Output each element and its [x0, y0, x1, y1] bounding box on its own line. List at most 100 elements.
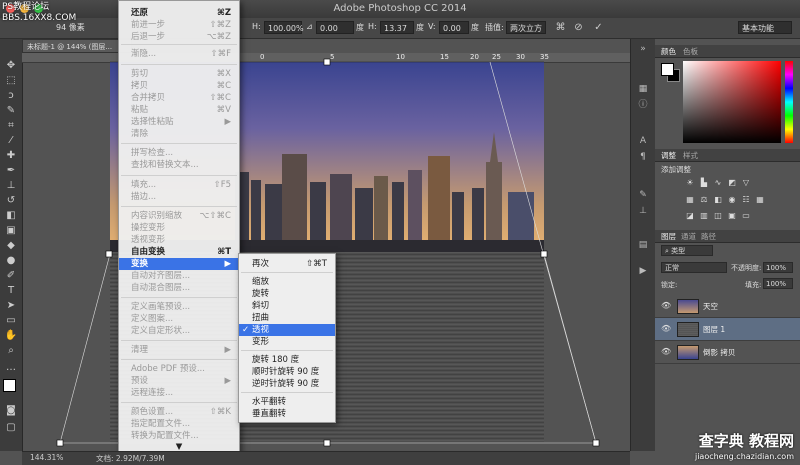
foreground-color-swatch[interactable] — [3, 379, 16, 392]
document-info[interactable]: 文档: 2.92M/7.39M — [96, 453, 165, 464]
exposure-icon[interactable]: ◩ — [727, 178, 737, 187]
edit-menu-item[interactable]: 定义画笔预设... — [119, 301, 239, 313]
edit-menu-item[interactable]: 透视变形 — [119, 234, 239, 246]
edit-menu-item[interactable]: 选择性粘贴 ▶ — [119, 116, 239, 128]
pen-tool-icon[interactable]: ✐ — [4, 269, 18, 282]
history-icon[interactable]: ▦ — [636, 83, 650, 95]
edit-menu-item[interactable]: 描边... — [119, 191, 239, 203]
transform-submenu-item[interactable]: 逆时针旋转 90 度 — [239, 378, 335, 390]
transform-submenu-item[interactable]: 缩放 — [239, 276, 335, 288]
edit-menu-item[interactable]: Adobe PDF 预设... — [119, 363, 239, 375]
angle-field[interactable]: 0.00 — [316, 21, 354, 34]
gradient-tool-icon[interactable]: ▣ — [4, 224, 18, 237]
character-icon[interactable]: A — [636, 135, 650, 147]
edit-menu-item[interactable]: 剪切 ⌘X — [119, 68, 239, 80]
fg-color-chip[interactable] — [661, 63, 674, 76]
edit-menu-item[interactable]: 操控变形 — [119, 222, 239, 234]
edit-menu-item[interactable]: 后退一步 ⌥⌘Z — [119, 31, 239, 43]
eyedropper-tool-icon[interactable]: ⁄ — [4, 134, 18, 147]
zoom-tool-icon[interactable]: ⌕ — [4, 344, 18, 357]
vibrance-icon[interactable]: ▽ — [741, 178, 751, 187]
transform-submenu-item[interactable]: 垂直翻转 — [239, 408, 335, 420]
transform-submenu-item[interactable]: ✓ 透视 — [239, 324, 335, 336]
edit-menu-item[interactable]: 自动对齐图层... — [119, 270, 239, 282]
transform-submenu-item[interactable]: 扭曲 — [239, 312, 335, 324]
channel-mixer-icon[interactable]: ☷ — [741, 195, 751, 204]
edit-menu-item[interactable]: 清理 ▶ — [119, 344, 239, 356]
edit-menu-item[interactable]: 渐隐... ⇧⌘F — [119, 48, 239, 60]
brush-tool-icon[interactable]: ✒ — [4, 164, 18, 177]
screen-mode-icon[interactable]: ▢ — [4, 421, 18, 434]
edit-menu-item[interactable]: 变换 ▶ — [119, 258, 239, 270]
edit-menu-item[interactable]: 填充... ⇧F5 — [119, 179, 239, 191]
transform-handle[interactable] — [592, 439, 600, 447]
interpolation-select[interactable]: 两次立方 — [506, 21, 546, 34]
photo-filter-icon[interactable]: ◉ — [727, 195, 737, 204]
collapse-icon[interactable]: » — [636, 43, 650, 55]
type-tool-icon[interactable]: T — [4, 284, 18, 297]
move-tool-icon[interactable]: ✥ — [4, 59, 18, 72]
paragraph-icon[interactable]: ¶ — [636, 151, 650, 163]
document-tab[interactable]: 未标题-1 @ 144% (图层... — [22, 39, 132, 53]
transform-handle[interactable] — [56, 439, 64, 447]
edit-menu-item[interactable]: 粘贴 ⌘V — [119, 104, 239, 116]
eye-icon[interactable]: 👁 — [661, 324, 671, 333]
hue-sat-icon[interactable]: ▦ — [685, 195, 695, 204]
edit-menu-item[interactable]: 前进一步 ⇧⌘Z — [119, 19, 239, 31]
invert-icon[interactable]: ◪ — [685, 211, 695, 220]
edit-menu-item[interactable]: 拼写检查... — [119, 147, 239, 159]
blend-mode-select[interactable]: 正常 — [661, 262, 727, 273]
workspace-select[interactable]: 基本功能 — [738, 21, 792, 34]
transform-submenu-item[interactable]: 旋转 — [239, 288, 335, 300]
warp-toggle-icon[interactable]: ⌘ — [554, 21, 567, 34]
eye-icon[interactable]: 👁 — [661, 347, 671, 356]
dodge-tool-icon[interactable]: ● — [4, 254, 18, 267]
edit-menu-item[interactable]: 自由变换 ⌘T — [119, 246, 239, 258]
blur-tool-icon[interactable]: ◆ — [4, 239, 18, 252]
clone-stamp-tool-icon[interactable]: ⊥ — [4, 179, 18, 192]
h-skew-field[interactable]: 13.37 — [380, 21, 414, 34]
tab-styles[interactable]: 样式 — [683, 150, 698, 161]
levels-icon[interactable]: ▙ — [699, 178, 709, 187]
height-field[interactable]: 100.00% — [264, 21, 304, 34]
tab-channels[interactable]: 通道 — [681, 231, 696, 242]
brush-preset-icon[interactable]: ✎ — [636, 189, 650, 201]
healing-brush-tool-icon[interactable]: ✚ — [4, 149, 18, 162]
edit-menu-item[interactable]: 定义图案... — [119, 313, 239, 325]
transform-submenu-item[interactable]: 斜切 — [239, 300, 335, 312]
layer-kind-filter[interactable]: ⌕ 类型 — [661, 245, 713, 256]
edit-menu-item[interactable]: 拷贝 ⌘C — [119, 80, 239, 92]
edit-menu-item[interactable]: 自动混合图层... — [119, 282, 239, 294]
eye-icon[interactable]: 👁 — [661, 301, 671, 310]
edit-menu-item[interactable]: 定义自定形状... — [119, 325, 239, 337]
edit-menu-item[interactable]: 还原 ⌘Z — [119, 7, 239, 19]
lasso-tool-icon[interactable]: ↄ — [4, 89, 18, 102]
marquee-tool-icon[interactable]: ⬚ — [4, 74, 18, 87]
tab-layers[interactable]: 图层 — [661, 231, 676, 242]
more-tools-icon[interactable]: … — [4, 361, 18, 374]
gradient-map-icon[interactable]: ▭ — [741, 211, 751, 220]
posterize-icon[interactable]: ▥ — [699, 211, 709, 220]
edit-menu-item[interactable]: 指定配置文件... — [119, 418, 239, 430]
threshold-icon[interactable]: ◫ — [713, 211, 723, 220]
transform-submenu-item[interactable]: 顺时针旋转 90 度 — [239, 366, 335, 378]
crop-tool-icon[interactable]: ⌗ — [4, 119, 18, 132]
tab-adjustments[interactable]: 调整 — [661, 150, 676, 161]
tab-swatches[interactable]: 色板 — [683, 46, 698, 57]
edit-menu-item[interactable]: 查找和替换文本... — [119, 159, 239, 171]
transform-submenu-item[interactable]: 水平翻转 — [239, 396, 335, 408]
info-icon[interactable]: ⓘ — [636, 99, 650, 111]
clone-source-icon[interactable]: ⊥ — [636, 205, 650, 217]
tab-paths[interactable]: 路径 — [701, 231, 716, 242]
color-picker-field[interactable] — [683, 61, 781, 143]
cancel-transform-icon[interactable]: ⊘ — [572, 21, 585, 34]
quick-mask-icon[interactable]: ◙ — [4, 404, 18, 417]
curves-icon[interactable]: ∿ — [713, 178, 723, 187]
brightness-icon[interactable]: ☀ — [685, 178, 695, 187]
hue-slider[interactable] — [785, 61, 793, 143]
transform-submenu-item[interactable]: 旋转 180 度 — [239, 354, 335, 366]
shape-tool-icon[interactable]: ▭ — [4, 314, 18, 327]
color-lookup-icon[interactable]: ▦ — [755, 195, 765, 204]
history-brush-tool-icon[interactable]: ↺ — [4, 194, 18, 207]
opacity-field[interactable]: 100% — [763, 262, 793, 273]
